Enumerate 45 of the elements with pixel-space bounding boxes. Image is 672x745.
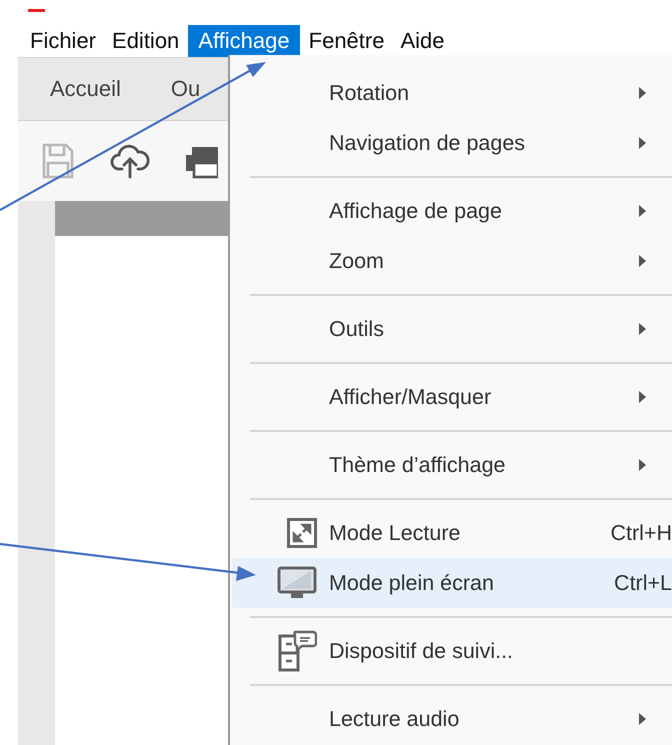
save-icon[interactable]	[42, 143, 74, 179]
menu-item[interactable]: Navigation de pages	[232, 118, 672, 168]
menu-item-label: Rotation	[329, 80, 410, 106]
menu-item-label: Navigation de pages	[329, 130, 526, 156]
menu-bar-item[interactable]: Edition	[105, 25, 186, 57]
menu-item-label: Affichage de page	[329, 198, 503, 224]
menu-item[interactable]: Outils	[232, 304, 672, 354]
tab[interactable]: Accueil	[50, 76, 121, 102]
app-mark	[28, 9, 45, 12]
shortcut-text: Ctrl+H	[610, 520, 672, 546]
menu-item-label: Zoom	[329, 248, 385, 274]
menu-item-label: Afficher/Masquer	[329, 384, 492, 410]
menu-bar-item[interactable]: Aide	[393, 25, 452, 57]
submenu-arrow-icon	[639, 391, 646, 403]
menu-item[interactable]: Mode plein écran Ctrl+L	[232, 558, 672, 608]
submenu-arrow-icon	[639, 87, 646, 99]
submenu-arrow-icon	[639, 713, 646, 725]
monitor-icon	[277, 566, 317, 600]
menu-item-label: Mode plein écran	[329, 570, 495, 596]
menu-item-label: Mode Lecture	[329, 520, 462, 546]
menu-item[interactable]: Afficher/Masquer	[232, 372, 672, 422]
menu-item[interactable]: Lecture audio	[232, 694, 672, 744]
expand-icon	[287, 518, 317, 548]
menu-bar-item[interactable]: Fenêtre	[302, 25, 392, 57]
menu-item-label: Dispositif de suivi...	[329, 638, 514, 664]
menu-item[interactable]: Zoom	[232, 236, 672, 286]
cloud-upload-icon[interactable]	[110, 143, 150, 179]
menu-item[interactable]: Affichage de page	[232, 186, 672, 236]
tab[interactable]: Ou	[170, 76, 200, 102]
cabinet-comment-icon	[277, 630, 317, 672]
menu-item-label: Lecture audio	[329, 706, 460, 732]
menu-item-label: Thème d’affichage	[329, 452, 506, 478]
shortcut-text: Ctrl+L	[614, 570, 672, 596]
submenu-arrow-icon	[639, 459, 646, 471]
menu-bar-item[interactable]: Affichage	[188, 25, 300, 57]
submenu-arrow-icon	[639, 137, 646, 149]
submenu-arrow-icon	[639, 323, 646, 335]
submenu-arrow-icon	[639, 255, 646, 267]
menu-item[interactable]: Rotation	[232, 68, 672, 118]
submenu-arrow-icon	[639, 205, 646, 217]
menu-item-label: Outils	[329, 316, 385, 342]
menu-item[interactable]: Mode Lecture Ctrl+H	[232, 508, 672, 558]
menu-item[interactable]: Thème d’affichage	[232, 440, 672, 490]
menu-item[interactable]: Dispositif de suivi...	[232, 626, 672, 676]
menu-bar-item[interactable]: Fichier	[23, 25, 104, 57]
